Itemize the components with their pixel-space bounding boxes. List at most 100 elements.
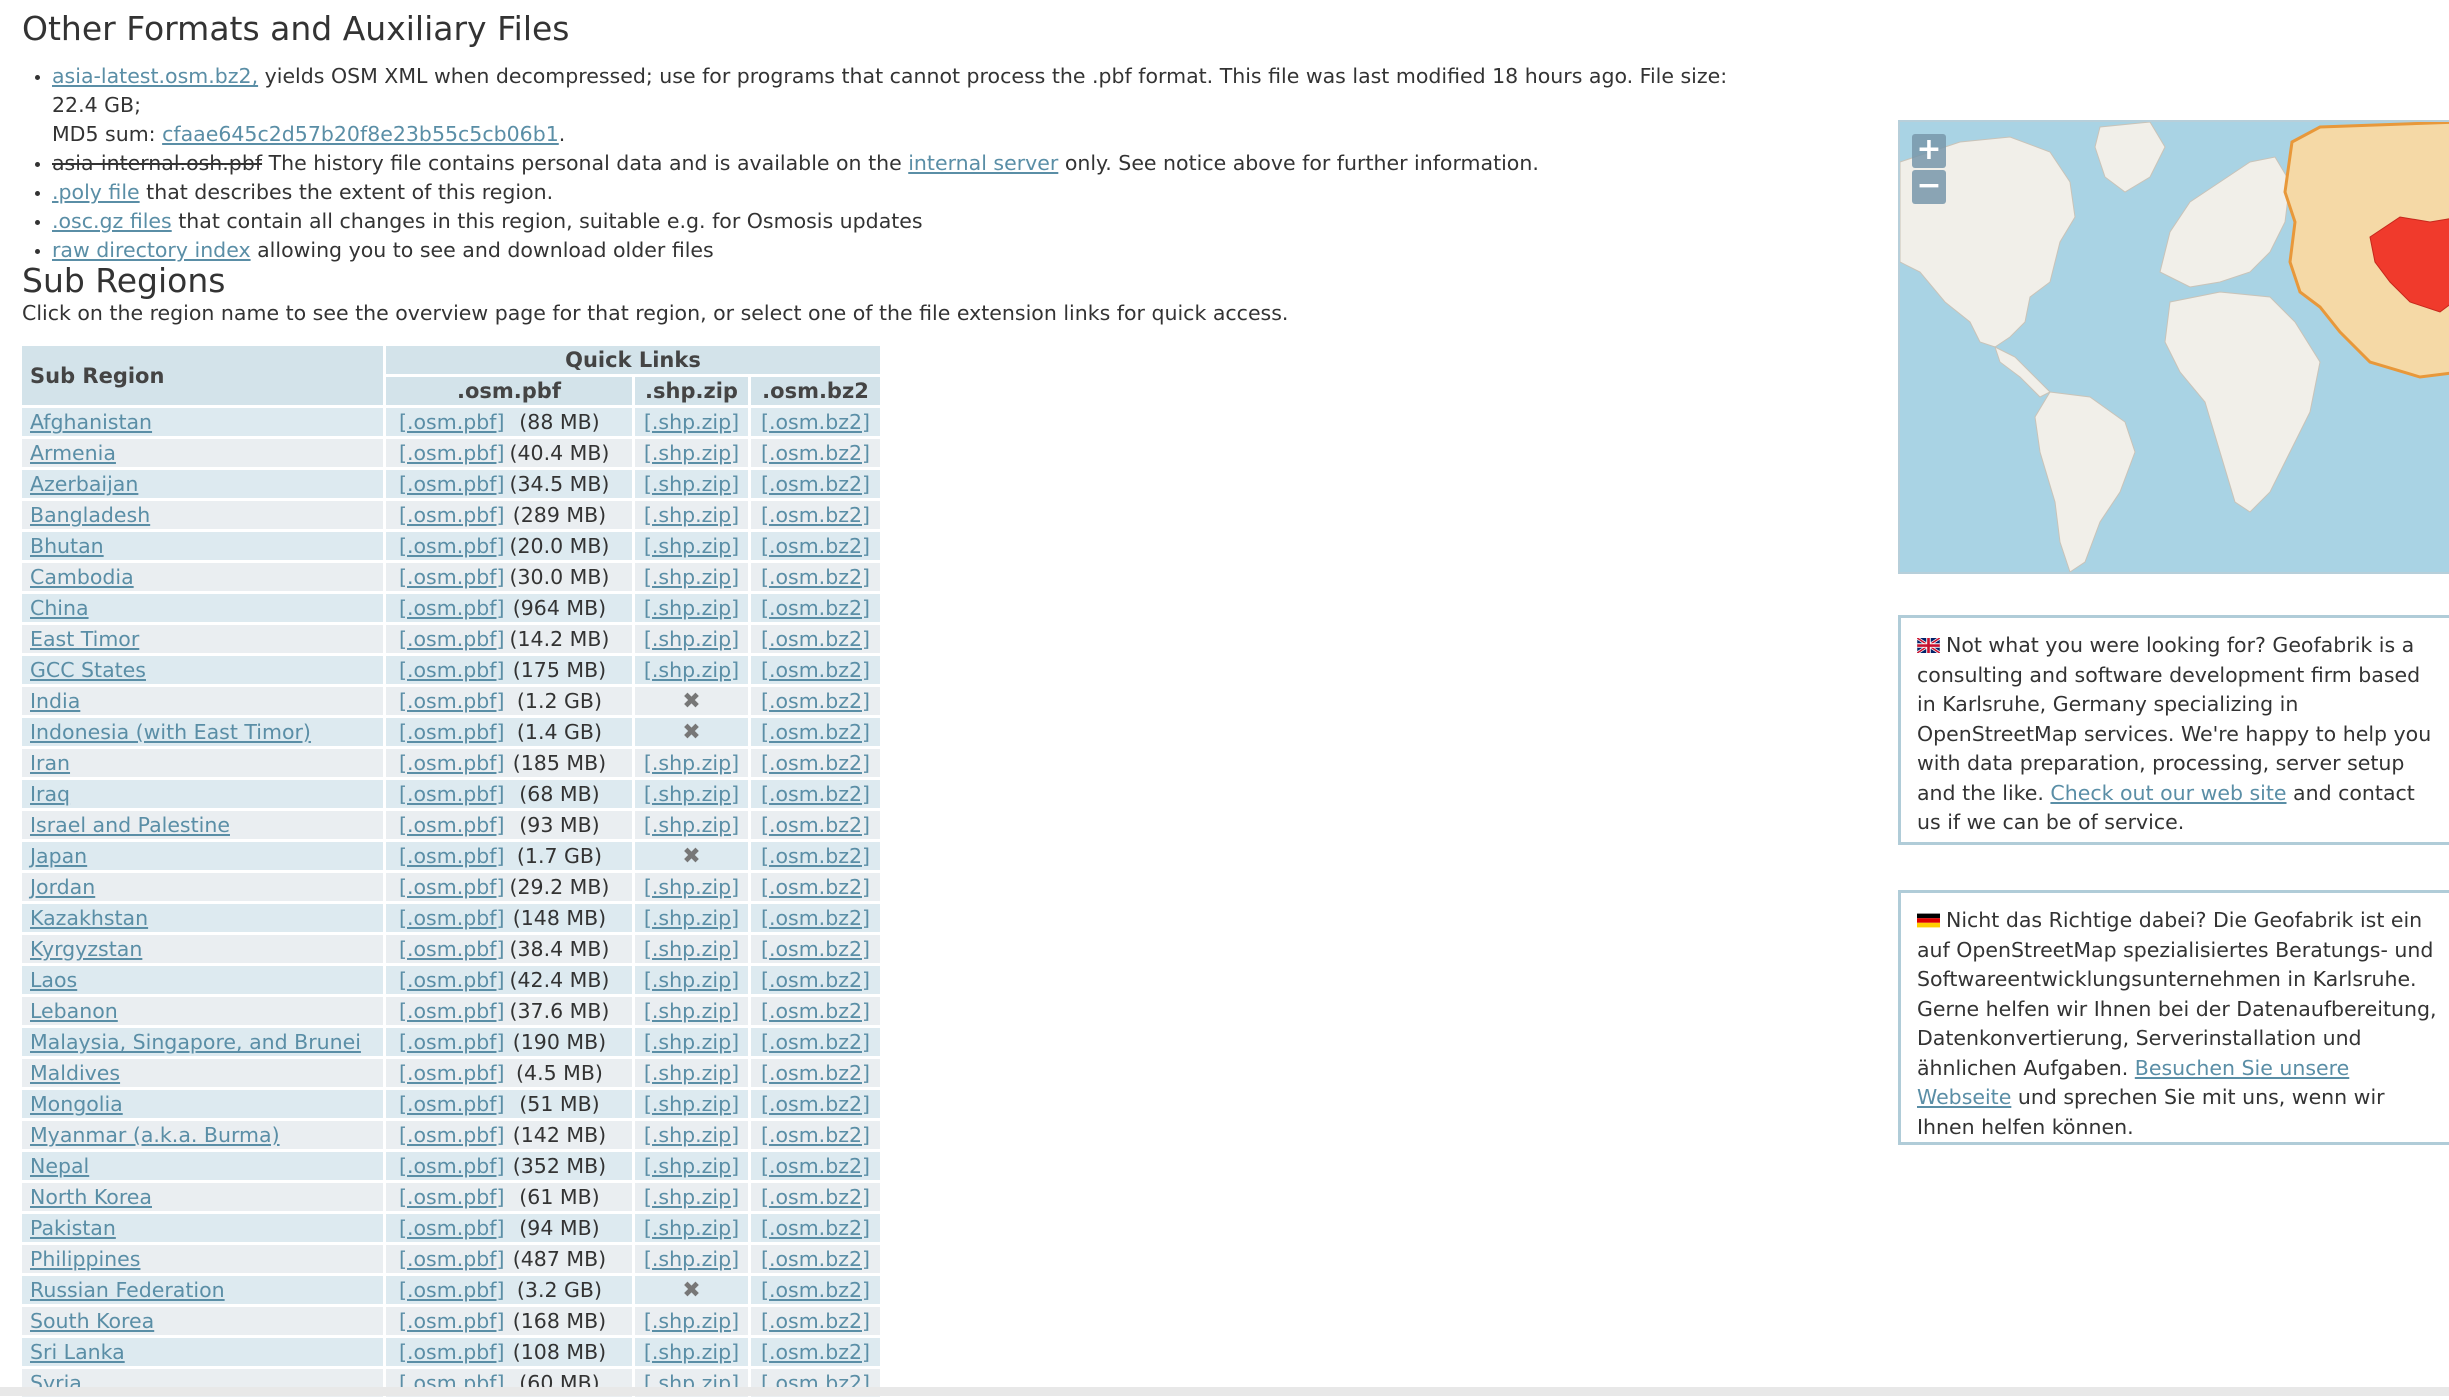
- shp-link[interactable]: [.shp.zip]: [644, 1216, 739, 1240]
- pbf-link[interactable]: [.osm.pbf]: [399, 875, 504, 899]
- region-link[interactable]: South Korea: [30, 1309, 154, 1333]
- pbf-link[interactable]: [.osm.pbf]: [399, 1061, 504, 1085]
- region-link[interactable]: Afghanistan: [30, 410, 152, 434]
- bz2-link[interactable]: [.osm.bz2]: [761, 1092, 870, 1116]
- shp-link[interactable]: [.shp.zip]: [644, 1185, 739, 1209]
- region-link[interactable]: Nepal: [30, 1154, 89, 1178]
- bz2-link[interactable]: [.osm.bz2]: [761, 534, 870, 558]
- shp-link[interactable]: [.shp.zip]: [644, 565, 739, 589]
- shp-link[interactable]: [.shp.zip]: [644, 999, 739, 1023]
- bz2-link[interactable]: [.osm.bz2]: [761, 689, 870, 713]
- bz2-link[interactable]: [.osm.bz2]: [761, 844, 870, 868]
- bz2-link[interactable]: [.osm.bz2]: [761, 503, 870, 527]
- shp-link[interactable]: [.shp.zip]: [644, 875, 739, 899]
- horizontal-scrollbar[interactable]: [0, 1387, 2449, 1396]
- region-link[interactable]: India: [30, 689, 80, 713]
- region-link[interactable]: Bangladesh: [30, 503, 150, 527]
- bz2-link[interactable]: [.osm.bz2]: [761, 937, 870, 961]
- region-link[interactable]: Myanmar (a.k.a. Burma): [30, 1123, 280, 1147]
- bz2-link[interactable]: [.osm.bz2]: [761, 1123, 870, 1147]
- pbf-link[interactable]: [.osm.pbf]: [399, 1309, 504, 1333]
- region-link[interactable]: Russian Federation: [30, 1278, 225, 1302]
- bz2-link[interactable]: [.osm.bz2]: [761, 410, 870, 434]
- shp-link[interactable]: [.shp.zip]: [644, 1340, 739, 1364]
- poly-file-link[interactable]: .poly file: [52, 180, 140, 204]
- shp-link[interactable]: [.shp.zip]: [644, 1030, 739, 1054]
- raw-directory-link[interactable]: raw directory index: [52, 238, 251, 262]
- bz2-link[interactable]: [.osm.bz2]: [761, 968, 870, 992]
- pbf-link[interactable]: [.osm.pbf]: [399, 534, 504, 558]
- bz2-link[interactable]: [.osm.bz2]: [761, 720, 870, 744]
- region-link[interactable]: North Korea: [30, 1185, 152, 1209]
- bz2-link[interactable]: [.osm.bz2]: [761, 813, 870, 837]
- bz2-link[interactable]: [.osm.bz2]: [761, 875, 870, 899]
- pbf-link[interactable]: [.osm.pbf]: [399, 937, 504, 961]
- pbf-link[interactable]: [.osm.pbf]: [399, 1092, 504, 1116]
- shp-link[interactable]: [.shp.zip]: [644, 627, 739, 651]
- region-link[interactable]: Japan: [30, 844, 87, 868]
- pbf-link[interactable]: [.osm.pbf]: [399, 1030, 504, 1054]
- bz2-link[interactable]: [.osm.bz2]: [761, 1278, 870, 1302]
- pbf-link[interactable]: [.osm.pbf]: [399, 689, 504, 713]
- bz2-link[interactable]: [.osm.bz2]: [761, 627, 870, 651]
- bz2-link[interactable]: [.osm.bz2]: [761, 1309, 870, 1333]
- bz2-link[interactable]: [.osm.bz2]: [761, 1340, 870, 1364]
- region-link[interactable]: Armenia: [30, 441, 116, 465]
- pbf-link[interactable]: [.osm.pbf]: [399, 503, 504, 527]
- bz2-link[interactable]: [.osm.bz2]: [761, 782, 870, 806]
- pbf-link[interactable]: [.osm.pbf]: [399, 782, 504, 806]
- shp-link[interactable]: [.shp.zip]: [644, 503, 739, 527]
- bz2-link[interactable]: [.osm.bz2]: [761, 441, 870, 465]
- bz2-link[interactable]: [.osm.bz2]: [761, 472, 870, 496]
- region-link[interactable]: Jordan: [30, 875, 95, 899]
- web-site-link[interactable]: Check out our web site: [2050, 781, 2286, 805]
- zoom-out-button[interactable]: −: [1912, 170, 1946, 204]
- shp-link[interactable]: [.shp.zip]: [644, 751, 739, 775]
- pbf-link[interactable]: [.osm.pbf]: [399, 1216, 504, 1240]
- pbf-link[interactable]: [.osm.pbf]: [399, 720, 504, 744]
- zoom-in-button[interactable]: +: [1912, 134, 1946, 168]
- pbf-link[interactable]: [.osm.pbf]: [399, 1340, 504, 1364]
- shp-link[interactable]: [.shp.zip]: [644, 658, 739, 682]
- region-link[interactable]: Azerbaijan: [30, 472, 138, 496]
- region-map[interactable]: + −: [1898, 120, 2449, 574]
- pbf-link[interactable]: [.osm.pbf]: [399, 813, 504, 837]
- region-link[interactable]: Mongolia: [30, 1092, 123, 1116]
- pbf-link[interactable]: [.osm.pbf]: [399, 441, 504, 465]
- region-link[interactable]: Bhutan: [30, 534, 104, 558]
- region-link[interactable]: Laos: [30, 968, 77, 992]
- shp-link[interactable]: [.shp.zip]: [644, 534, 739, 558]
- bz2-download-link[interactable]: asia-latest.osm.bz2,: [52, 64, 258, 88]
- region-link[interactable]: Pakistan: [30, 1216, 116, 1240]
- shp-link[interactable]: [.shp.zip]: [644, 1061, 739, 1085]
- region-link[interactable]: Israel and Palestine: [30, 813, 230, 837]
- region-link[interactable]: Iraq: [30, 782, 70, 806]
- pbf-link[interactable]: [.osm.pbf]: [399, 751, 504, 775]
- bz2-link[interactable]: [.osm.bz2]: [761, 906, 870, 930]
- bz2-link[interactable]: [.osm.bz2]: [761, 565, 870, 589]
- region-link[interactable]: China: [30, 596, 89, 620]
- shp-link[interactable]: [.shp.zip]: [644, 813, 739, 837]
- region-link[interactable]: Maldives: [30, 1061, 120, 1085]
- shp-link[interactable]: [.shp.zip]: [644, 1123, 739, 1147]
- pbf-link[interactable]: [.osm.pbf]: [399, 1278, 504, 1302]
- pbf-link[interactable]: [.osm.pbf]: [399, 844, 504, 868]
- bz2-link[interactable]: [.osm.bz2]: [761, 596, 870, 620]
- shp-link[interactable]: [.shp.zip]: [644, 441, 739, 465]
- shp-link[interactable]: [.shp.zip]: [644, 782, 739, 806]
- pbf-link[interactable]: [.osm.pbf]: [399, 410, 504, 434]
- bz2-link[interactable]: [.osm.bz2]: [761, 1061, 870, 1085]
- shp-link[interactable]: [.shp.zip]: [644, 1154, 739, 1178]
- pbf-link[interactable]: [.osm.pbf]: [399, 596, 504, 620]
- pbf-link[interactable]: [.osm.pbf]: [399, 627, 504, 651]
- shp-link[interactable]: [.shp.zip]: [644, 472, 739, 496]
- pbf-link[interactable]: [.osm.pbf]: [399, 1154, 504, 1178]
- pbf-link[interactable]: [.osm.pbf]: [399, 565, 504, 589]
- md5-link[interactable]: cfaae645c2d57b20f8e23b55c5cb06b1: [162, 122, 559, 146]
- pbf-link[interactable]: [.osm.pbf]: [399, 1123, 504, 1147]
- pbf-link[interactable]: [.osm.pbf]: [399, 472, 504, 496]
- region-link[interactable]: Kazakhstan: [30, 906, 148, 930]
- shp-link[interactable]: [.shp.zip]: [644, 906, 739, 930]
- bz2-link[interactable]: [.osm.bz2]: [761, 658, 870, 682]
- shp-link[interactable]: [.shp.zip]: [644, 968, 739, 992]
